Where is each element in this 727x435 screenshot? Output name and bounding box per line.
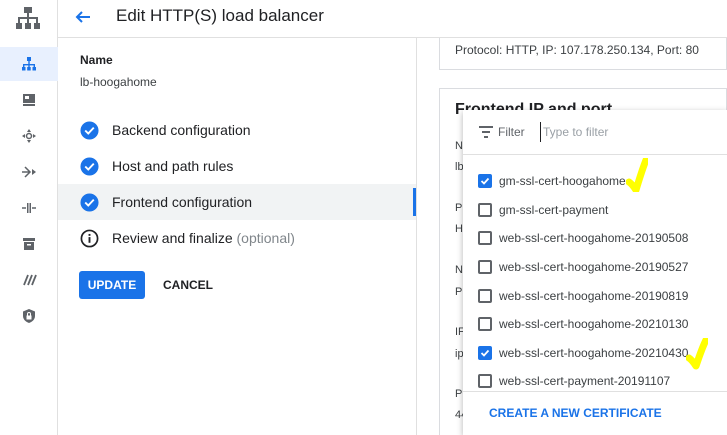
check-circle-icon [80,120,99,140]
nav-load-balancing[interactable] [0,47,58,81]
storage-box-icon [23,238,35,250]
option-gm-ssl-cert-hoogahome[interactable]: gm-ssl-cert-hoogahome [463,167,727,196]
back-button[interactable] [72,6,94,28]
option-web-ssl-cert-hoogahome-20190527[interactable]: web-ssl-cert-hoogahome-20190527 [463,253,727,282]
option-web-ssl-cert-hoogahome-20190508[interactable]: web-ssl-cert-hoogahome-20190508 [463,224,727,253]
optional-tag: (optional) [236,230,295,246]
move-arrows-icon [22,129,36,143]
checkmark-icon [480,349,490,357]
nav-slashes[interactable] [0,263,58,297]
option-web-ssl-cert-hoogahome-20210130[interactable]: web-ssl-cert-hoogahome-20210130 [463,310,727,339]
check-circle-icon [80,156,99,176]
filter-row: Filter [463,110,727,155]
highlight-check-annotation [626,158,648,192]
option-web-ssl-cert-hoogahome-20190819[interactable]: web-ssl-cert-hoogahome-20190819 [463,281,727,310]
network-topology-icon [22,57,36,71]
field-fragment: P [455,202,463,214]
step-review-and-finalize[interactable]: Review and finalize (optional) [58,220,416,256]
checkbox[interactable] [478,317,492,332]
step-label: Frontend configuration [112,194,253,210]
panel-divider [416,38,417,435]
checkbox[interactable] [478,288,492,303]
option-label: web-ssl-cert-hoogahome-20210130 [499,317,689,332]
step-label: Review and finalize (optional) [112,230,295,246]
compute-icon [23,94,35,106]
create-new-certificate-button[interactable]: CREATE A NEW CERTIFICATE [489,406,662,420]
nav-move[interactable] [0,119,58,153]
option-label: web-ssl-cert-hoogahome-20210430 [499,345,689,360]
step-label: Host and path rules [112,158,234,174]
check-circle-icon [80,192,99,212]
certificate-dropdown: Filter gm-ssl-cert-hoogahome gm-ssl-cert… [463,110,727,435]
info-icon [80,229,99,247]
option-label: gm-ssl-cert-payment [499,202,609,217]
routing-icon [22,166,36,178]
field-fragment: H [455,223,463,235]
arrow-back-icon [75,11,90,23]
nav-security[interactable] [0,299,58,333]
field-fragment: N [455,140,463,152]
slashes-icon [23,274,37,286]
step-host-and-path-rules[interactable]: Host and path rules [58,148,416,184]
field-fragment: P [455,286,463,298]
checkbox[interactable] [478,231,492,246]
nav-connection[interactable] [0,191,58,225]
page-header: Edit HTTP(S) load balancer [58,0,727,38]
cancel-button[interactable]: CANCEL [155,271,221,299]
field-fragment: N [455,264,463,276]
checkbox[interactable] [478,374,492,389]
nav-routing[interactable] [0,155,58,189]
checkbox[interactable] [478,260,492,275]
option-label: web-ssl-cert-hoogahome-20190527 [499,260,689,275]
connection-icon [22,203,36,213]
checkmark-icon [480,178,490,186]
name-label: Name [80,53,113,67]
option-label: web-ssl-cert-hoogahome-20190508 [499,231,689,246]
page-title: Edit HTTP(S) load balancer [116,6,324,25]
security-shield-icon [23,309,35,323]
left-nav-rail [0,0,58,435]
checkbox[interactable] [478,202,492,217]
filter-input[interactable] [540,122,690,142]
step-label-text: Review and finalize [112,230,233,246]
step-label: Backend configuration [112,122,251,138]
option-label: web-ssl-cert-hoogahome-20190819 [499,288,689,303]
nav-storage[interactable] [0,227,58,261]
option-label: web-ssl-cert-payment-20191107 [499,374,671,389]
step-frontend-configuration[interactable]: Frontend configuration [58,184,416,220]
nav-compute[interactable] [0,83,58,117]
filter-icon [479,126,493,138]
protocol-summary: Protocol: HTTP, IP: 107.178.250.134, Por… [455,43,699,57]
highlight-check-annotation [686,338,708,370]
filter-label: Filter [498,125,525,139]
field-fragment: P [455,388,463,400]
step-backend-configuration[interactable]: Backend configuration [58,112,416,148]
option-label: gm-ssl-cert-hoogahome [499,174,626,189]
update-button[interactable]: UPDATE [79,271,145,299]
option-gm-ssl-cert-payment[interactable]: gm-ssl-cert-payment [463,196,727,225]
dropdown-divider [463,391,727,392]
checkbox[interactable] [478,345,492,360]
network-services-logo-icon [16,7,40,29]
checkbox[interactable] [478,174,492,189]
name-value: lb-hoogahome [80,75,157,89]
